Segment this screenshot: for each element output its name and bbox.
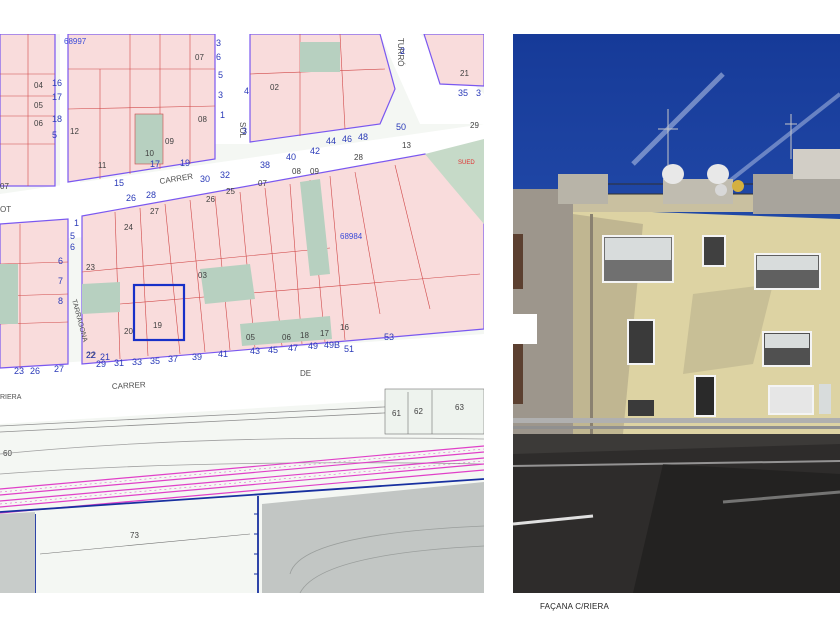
street-number: 30 xyxy=(200,174,210,184)
parcel-number: 29 xyxy=(470,121,479,130)
parcel-number: 73 xyxy=(130,531,139,540)
street-number: 23 xyxy=(14,366,24,376)
parcel-number: 05 xyxy=(246,333,255,342)
street-number: 26 xyxy=(126,193,136,203)
street-number: 15 xyxy=(114,178,124,188)
street-number: 39 xyxy=(192,352,202,362)
street-number: 26 xyxy=(30,366,40,376)
street-number: 18 xyxy=(52,114,62,124)
street-number: 3 xyxy=(216,38,221,48)
parcel-number: 08 xyxy=(292,167,301,176)
street-number: 51 xyxy=(344,344,354,354)
street-number: 43 xyxy=(250,346,260,356)
parcel-number: 05 xyxy=(34,101,43,110)
parcel-number: 06 xyxy=(282,333,291,342)
street-number: 31 xyxy=(114,358,124,368)
street-number: 41 xyxy=(218,349,228,359)
parcel-number: 28 xyxy=(354,153,363,162)
parcel-number: 03 xyxy=(198,271,207,280)
parcel-number: 25 xyxy=(226,187,235,196)
street-number: 3 xyxy=(242,126,247,136)
street-number: 35 xyxy=(458,88,468,98)
parcel-number: 27 xyxy=(150,207,159,216)
street-number: 6 xyxy=(58,256,63,266)
parcel-number: 19 xyxy=(153,321,162,330)
street-number: 27 xyxy=(54,364,64,374)
street-number: 33 xyxy=(132,357,142,367)
street-number: 3 xyxy=(218,90,223,100)
street-number: 35 xyxy=(150,356,160,366)
street-number: 42 xyxy=(310,146,320,156)
parcel-number: 16 xyxy=(340,323,349,332)
parcel-number: 07 xyxy=(195,53,204,62)
street-number: 32 xyxy=(220,170,230,180)
street-number: 53 xyxy=(384,332,394,342)
street-number: 1 xyxy=(220,110,225,120)
street-number: 48 xyxy=(358,132,368,142)
street-label: OT xyxy=(0,205,11,214)
parcel-number: 02 xyxy=(270,83,279,92)
parcel-code: 68997 xyxy=(64,37,87,46)
parcel-number: 62 xyxy=(414,407,423,416)
parcel-number: 09 xyxy=(165,137,174,146)
photo-caption: FAÇANA C/RIERA xyxy=(540,602,610,611)
street-number: 22 xyxy=(86,350,96,360)
street-number: 8 xyxy=(58,296,63,306)
parcel-number: 23 xyxy=(86,263,95,272)
parcel-number: 20 xyxy=(124,327,133,336)
parcel-number: 07 xyxy=(0,182,9,191)
street-number: 37 xyxy=(168,354,178,364)
street-number: 19 xyxy=(180,158,190,168)
cadastral-map: 04 05 06 07 12 11 10 09 08 07 68997 02 2… xyxy=(0,34,484,593)
street-number: 49 xyxy=(308,341,318,351)
parcel-number: 04 xyxy=(34,81,43,90)
watermark: Grup Graya xyxy=(350,355,408,367)
parcel-number: 10 xyxy=(145,149,154,158)
parcel-number: 21 xyxy=(460,69,469,78)
street-number: 5 xyxy=(52,130,57,140)
street-number: 28 xyxy=(146,190,156,200)
street-number: 21 xyxy=(100,352,110,362)
parcel-number: 13 xyxy=(402,141,411,150)
parcel-number: 09 xyxy=(310,167,319,176)
street-number: 49B xyxy=(324,340,340,350)
parcel-code: SUED xyxy=(458,160,475,166)
street-number: 7 xyxy=(58,276,63,286)
street-label: RIERA xyxy=(0,394,22,401)
parcel-number: 63 xyxy=(455,403,464,412)
parcel-number: 61 xyxy=(392,409,401,418)
parcel-number: 24 xyxy=(124,223,133,232)
street-number: 47 xyxy=(288,343,298,353)
street-number: 6 xyxy=(70,242,75,252)
street-number: 1 xyxy=(74,218,79,228)
street-number: 45 xyxy=(268,345,278,355)
street-number: 2 xyxy=(400,46,405,56)
street-number: 17 xyxy=(52,92,62,102)
street-number: 16 xyxy=(52,78,62,88)
street-number: 38 xyxy=(260,160,270,170)
parcel-code: 68984 xyxy=(340,232,363,241)
parcel-number: 11 xyxy=(98,161,107,170)
parcel-number: 12 xyxy=(70,127,79,136)
street-number: 46 xyxy=(342,134,352,144)
street-number: 5 xyxy=(70,231,75,241)
parcel-number: 07 xyxy=(258,179,267,188)
parcel-number: 08 xyxy=(198,115,207,124)
facade-photo xyxy=(513,34,840,593)
street-number: 6 xyxy=(216,52,221,62)
street-number: 17 xyxy=(150,159,160,169)
street-number: 40 xyxy=(286,152,296,162)
parcel-number: 26 xyxy=(206,195,215,204)
street-number: 44 xyxy=(326,136,336,146)
street-label: DE xyxy=(300,369,311,378)
street-number: 50 xyxy=(396,122,406,132)
parcel-number: 06 xyxy=(34,119,43,128)
street-label: CARRER xyxy=(112,380,146,391)
street-number: 5 xyxy=(218,70,223,80)
street-number: 4 xyxy=(244,86,249,96)
street-number: 3 xyxy=(476,88,481,98)
parcel-number: 18 xyxy=(300,331,309,340)
parcel-number: 17 xyxy=(320,329,329,338)
